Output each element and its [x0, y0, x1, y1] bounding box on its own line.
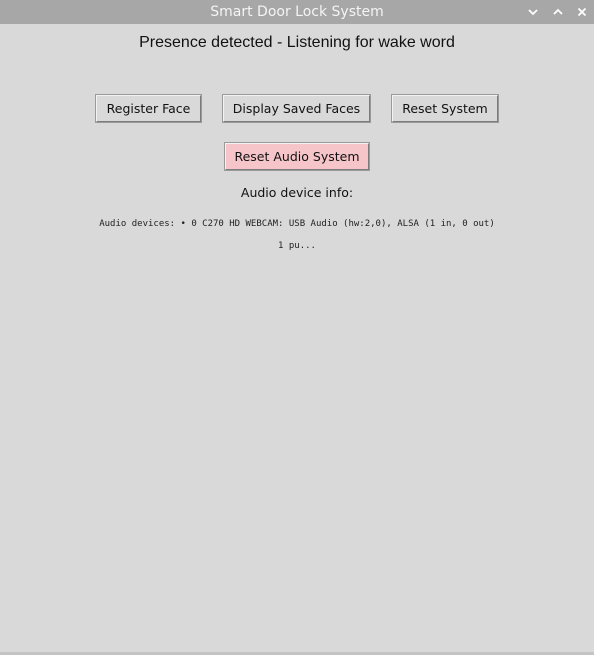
register-face-button[interactable]: Register Face — [96, 95, 201, 122]
audio-info-line-1: Audio devices: • 0 C270 HD WEBCAM: USB A… — [99, 219, 495, 229]
minimize-button[interactable] — [522, 0, 544, 24]
display-saved-faces-button[interactable]: Display Saved Faces — [223, 95, 370, 122]
audio-info-line-2: 1 pu... — [278, 241, 316, 251]
reset-audio-system-button[interactable]: Reset Audio System — [225, 143, 369, 170]
close-icon — [577, 7, 587, 17]
app-window: Smart Door Lock System Presence detected… — [0, 0, 594, 655]
reset-system-button[interactable]: Reset System — [392, 95, 498, 122]
audio-device-info-text: Audio devices: • 0 C270 HD WEBCAM: USB A… — [80, 208, 514, 263]
title-bar[interactable]: Smart Door Lock System — [0, 0, 594, 24]
chevron-down-icon — [528, 9, 538, 16]
window-title: Smart Door Lock System — [210, 4, 384, 20]
status-heading: Presence detected - Listening for wake w… — [139, 34, 455, 51]
close-button[interactable] — [571, 0, 593, 24]
audio-device-info-label: Audio device info: — [240, 185, 354, 200]
chevron-up-icon — [553, 8, 563, 15]
maximize-button[interactable] — [547, 0, 569, 24]
